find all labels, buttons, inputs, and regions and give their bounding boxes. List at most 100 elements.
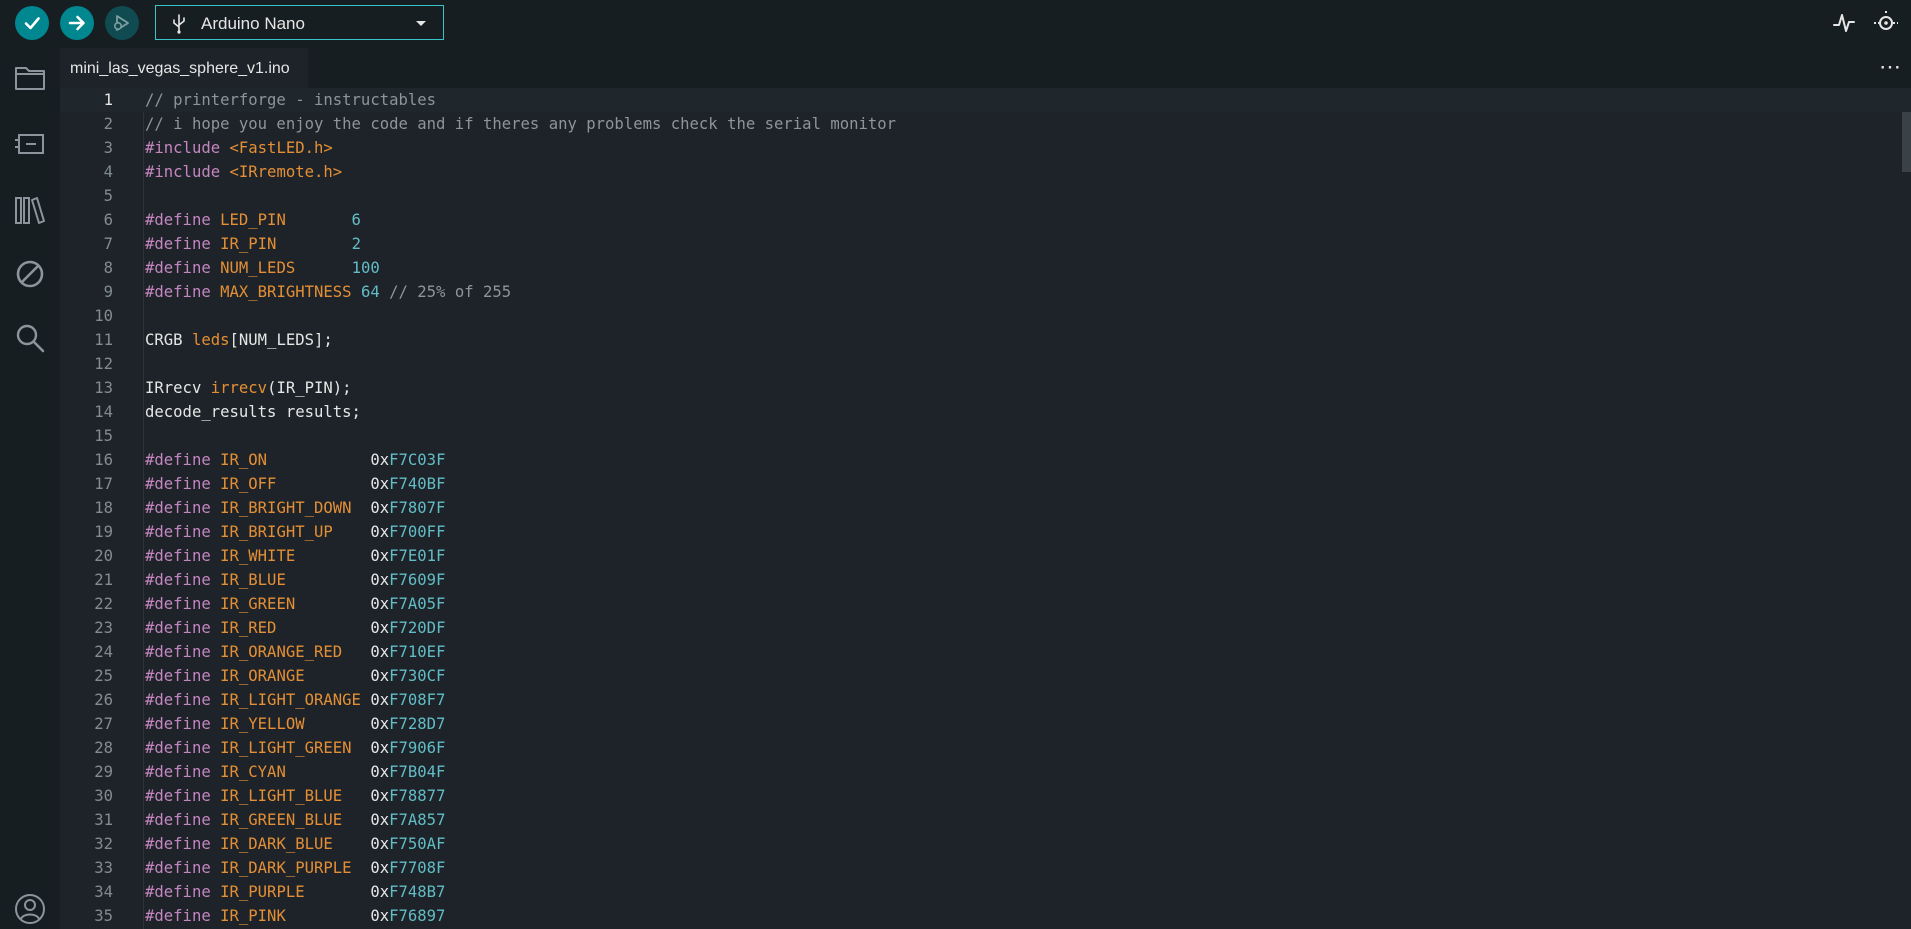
- code-line[interactable]: 30 #define IR_LIGHT_BLUE 0xF78877: [60, 784, 1911, 808]
- account-button[interactable]: [13, 892, 47, 926]
- code-token: #define: [145, 787, 221, 805]
- code-line[interactable]: 5: [60, 184, 1911, 208]
- code-line[interactable]: 4 #include <IRremote.h>: [60, 160, 1911, 184]
- code-token: // 25% of 255: [379, 283, 512, 301]
- code-token: IR_CYAN: [220, 763, 286, 781]
- code-line[interactable]: 13 IRrecv irrecv(IR_PIN);: [60, 376, 1911, 400]
- code-line[interactable]: 1 // printerforge - instructables: [60, 88, 1911, 112]
- board-selector[interactable]: Arduino Nano: [155, 5, 444, 40]
- code-token: #define: [145, 667, 221, 685]
- code-line[interactable]: 12: [60, 352, 1911, 376]
- line-number: 17: [94, 475, 113, 493]
- code-token: F700FF: [389, 523, 446, 541]
- code-token: #define: [145, 811, 221, 829]
- boards-manager-button[interactable]: [13, 127, 47, 161]
- code-line[interactable]: 15: [60, 424, 1911, 448]
- chevron-down-icon: [416, 21, 426, 26]
- code-line[interactable]: 33 #define IR_DARK_PURPLE 0xF7708F: [60, 856, 1911, 880]
- code-token: // i hope you enjoy the code and if ther…: [145, 115, 897, 133]
- line-code: #define IR_GREEN_BLUE 0xF7A857: [145, 808, 445, 832]
- code-line[interactable]: 7 #define IR_PIN 2: [60, 232, 1911, 256]
- code-token: 0x: [267, 451, 390, 469]
- code-line[interactable]: 24 #define IR_ORANGE_RED 0xF710EF: [60, 640, 1911, 664]
- code-line[interactable]: 8 #define NUM_LEDS 100: [60, 256, 1911, 280]
- more-options-button[interactable]: ⋯: [1879, 54, 1902, 80]
- verify-button[interactable]: [15, 6, 49, 40]
- code-line[interactable]: 6 #define LED_PIN 6: [60, 208, 1911, 232]
- serial-plotter-button[interactable]: [1831, 10, 1857, 36]
- upload-button[interactable]: [60, 6, 94, 40]
- code-line[interactable]: 28 #define IR_LIGHT_GREEN 0xF7906F: [60, 736, 1911, 760]
- code-token: MAX_BRIGHTNESS: [220, 283, 352, 301]
- code-line[interactable]: 27 #define IR_YELLOW 0xF728D7: [60, 712, 1911, 736]
- code-token: #define: [145, 451, 221, 469]
- code-token: #define: [145, 739, 221, 757]
- search-button[interactable]: [13, 321, 47, 355]
- code-token: IR_WHITE: [220, 547, 296, 565]
- code-token: 2: [351, 235, 361, 253]
- code-line[interactable]: 16 #define IR_ON 0xF7C03F: [60, 448, 1911, 472]
- code-token: IR_ORANGE_RED: [220, 643, 343, 661]
- code-line[interactable]: 9 #define MAX_BRIGHTNESS 64 // 25% of 255: [60, 280, 1911, 304]
- debug-panel-button[interactable]: [13, 257, 47, 291]
- line-code: #define IR_YELLOW 0xF728D7: [145, 712, 445, 736]
- code-line[interactable]: 26 #define IR_LIGHT_ORANGE 0xF708F7: [60, 688, 1911, 712]
- code-line[interactable]: 35 #define IR_PINK 0xF76897: [60, 904, 1911, 928]
- code-line[interactable]: 29 #define IR_CYAN 0xF7B04F: [60, 760, 1911, 784]
- code-token: #define: [145, 475, 221, 493]
- code-line[interactable]: 22 #define IR_GREEN 0xF7A05F: [60, 592, 1911, 616]
- library-manager-button[interactable]: [13, 193, 47, 227]
- code-token: 0x: [295, 547, 390, 565]
- line-number: 31: [94, 811, 113, 829]
- account-icon: [15, 894, 45, 924]
- code-token: <FastLED.h>: [229, 139, 333, 157]
- code-token: LED_PIN: [220, 211, 286, 229]
- check-icon: [24, 17, 40, 30]
- code-token: irrecv: [210, 379, 268, 397]
- serial-monitor-button[interactable]: [1873, 10, 1899, 36]
- line-number: 26: [94, 691, 113, 709]
- sketchbook-button[interactable]: [13, 61, 47, 95]
- code-line[interactable]: 34 #define IR_PURPLE 0xF748B7: [60, 880, 1911, 904]
- line-number: 32: [94, 835, 113, 853]
- code-line[interactable]: 20 #define IR_WHITE 0xF7E01F: [60, 544, 1911, 568]
- folder-icon: [15, 67, 45, 90]
- code-token: IR_PURPLE: [220, 883, 305, 901]
- code-token: IR_LIGHT_GREEN: [220, 739, 352, 757]
- code-token: // printerforge - instructables: [145, 91, 437, 109]
- code-editor[interactable]: 1 // printerforge - instructables 2 // i ho…: [60, 88, 1911, 929]
- code-line[interactable]: 10: [60, 304, 1911, 328]
- code-line[interactable]: 25 #define IR_ORANGE 0xF730CF: [60, 664, 1911, 688]
- code-line[interactable]: 31 #define IR_GREEN_BLUE 0xF7A857: [60, 808, 1911, 832]
- line-code: #define IR_BRIGHT_UP 0xF700FF: [145, 520, 445, 544]
- line-number: 33: [94, 859, 113, 877]
- code-line[interactable]: 19 #define IR_BRIGHT_UP 0xF700FF: [60, 520, 1911, 544]
- code-line[interactable]: 14 decode_results results;: [60, 400, 1911, 424]
- line-code: #define IR_BLUE 0xF7609F: [145, 568, 445, 592]
- code-line[interactable]: 2 // i hope you enjoy the code and if the…: [60, 112, 1911, 136]
- code-token: F730CF: [389, 667, 446, 685]
- code-token: 0x: [360, 691, 390, 709]
- line-code: #include <FastLED.h>: [145, 136, 333, 160]
- tab-sketch-file[interactable]: mini_las_vegas_sphere_v1.ino: [60, 48, 308, 88]
- serial-monitor-icon: [1874, 11, 1898, 30]
- debug-button[interactable]: [105, 6, 139, 40]
- debug-off-icon: [16, 260, 44, 288]
- line-code: #define IR_PIN 2: [145, 232, 361, 256]
- code-token: #define: [145, 571, 221, 589]
- code-token: IR_DARK_PURPLE: [220, 859, 352, 877]
- code-token: <IRremote.h>: [229, 163, 343, 181]
- code-token: F7A857: [389, 811, 446, 829]
- code-line[interactable]: 18 #define IR_BRIGHT_DOWN 0xF7807F: [60, 496, 1911, 520]
- code-token: #define: [145, 259, 221, 277]
- code-line[interactable]: 11 CRGB leds[NUM_LEDS];: [60, 328, 1911, 352]
- line-code: #define IR_LIGHT_ORANGE 0xF708F7: [145, 688, 445, 712]
- code-line[interactable]: 17 #define IR_OFF 0xF740BF: [60, 472, 1911, 496]
- line-number: 13: [94, 379, 113, 397]
- code-line[interactable]: 32 #define IR_DARK_BLUE 0xF750AF: [60, 832, 1911, 856]
- code-line[interactable]: 23 #define IR_RED 0xF720DF: [60, 616, 1911, 640]
- code-line[interactable]: 3 #include <FastLED.h>: [60, 136, 1911, 160]
- line-code: #define IR_DARK_PURPLE 0xF7708F: [145, 856, 445, 880]
- code-line[interactable]: 21 #define IR_BLUE 0xF7609F: [60, 568, 1911, 592]
